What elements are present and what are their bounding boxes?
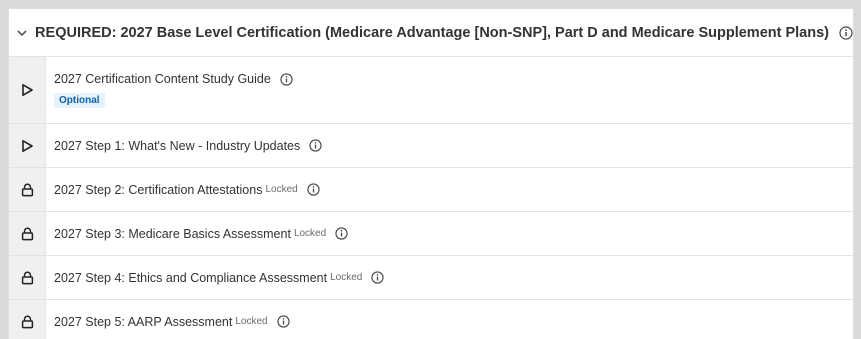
info-icon[interactable] xyxy=(307,183,320,196)
section-header[interactable]: REQUIRED: 2027 Base Level Certification … xyxy=(9,9,853,57)
locked-label: Locked xyxy=(293,228,327,239)
list-item[interactable]: 2027 Step 5: AARP Assessment Locked xyxy=(9,300,853,339)
list-item[interactable]: 2027 Step 1: What's New - Industry Updat… xyxy=(9,124,853,168)
chevron-down-icon[interactable] xyxy=(9,9,35,56)
info-icon[interactable] xyxy=(371,271,384,284)
lock-icon xyxy=(9,256,46,299)
play-icon[interactable] xyxy=(9,57,46,123)
section-title: REQUIRED: 2027 Base Level Certification … xyxy=(35,24,829,41)
item-title[interactable]: 2027 Step 1: What's New - Industry Updat… xyxy=(54,139,300,153)
locked-label: Locked xyxy=(235,316,268,327)
info-icon[interactable] xyxy=(309,139,322,152)
info-icon[interactable] xyxy=(335,227,348,240)
info-icon[interactable] xyxy=(839,25,853,40)
info-icon[interactable] xyxy=(280,72,293,86)
item-title: 2027 Step 4: Ethics and Compliance Asses… xyxy=(54,270,328,285)
item-title[interactable]: 2027 Certification Content Study Guide xyxy=(54,72,271,86)
list-item[interactable]: 2027 Step 2: Certification Attestations … xyxy=(9,168,853,212)
locked-label: Locked xyxy=(265,184,298,195)
lock-icon xyxy=(9,300,46,339)
lock-icon xyxy=(9,212,46,255)
info-icon[interactable] xyxy=(276,315,290,328)
curriculum-panel: REQUIRED: 2027 Base Level Certification … xyxy=(8,8,854,339)
locked-label: Locked xyxy=(330,272,363,283)
item-title: 2027 Step 5: AARP Assessment xyxy=(54,314,233,329)
play-icon[interactable] xyxy=(9,124,46,167)
list-item[interactable]: 2027 Step 3: Medicare Basics Assessment … xyxy=(9,212,853,256)
list-item[interactable]: 2027 Certification Content Study Guide O… xyxy=(9,57,853,124)
item-title: 2027 Step 3: Medicare Basics Assessment xyxy=(54,226,291,241)
item-title: 2027 Step 2: Certification Attestations xyxy=(54,182,263,197)
lock-icon xyxy=(9,168,46,211)
optional-badge: Optional xyxy=(54,93,105,108)
list-item[interactable]: 2027 Step 4: Ethics and Compliance Asses… xyxy=(9,256,853,300)
